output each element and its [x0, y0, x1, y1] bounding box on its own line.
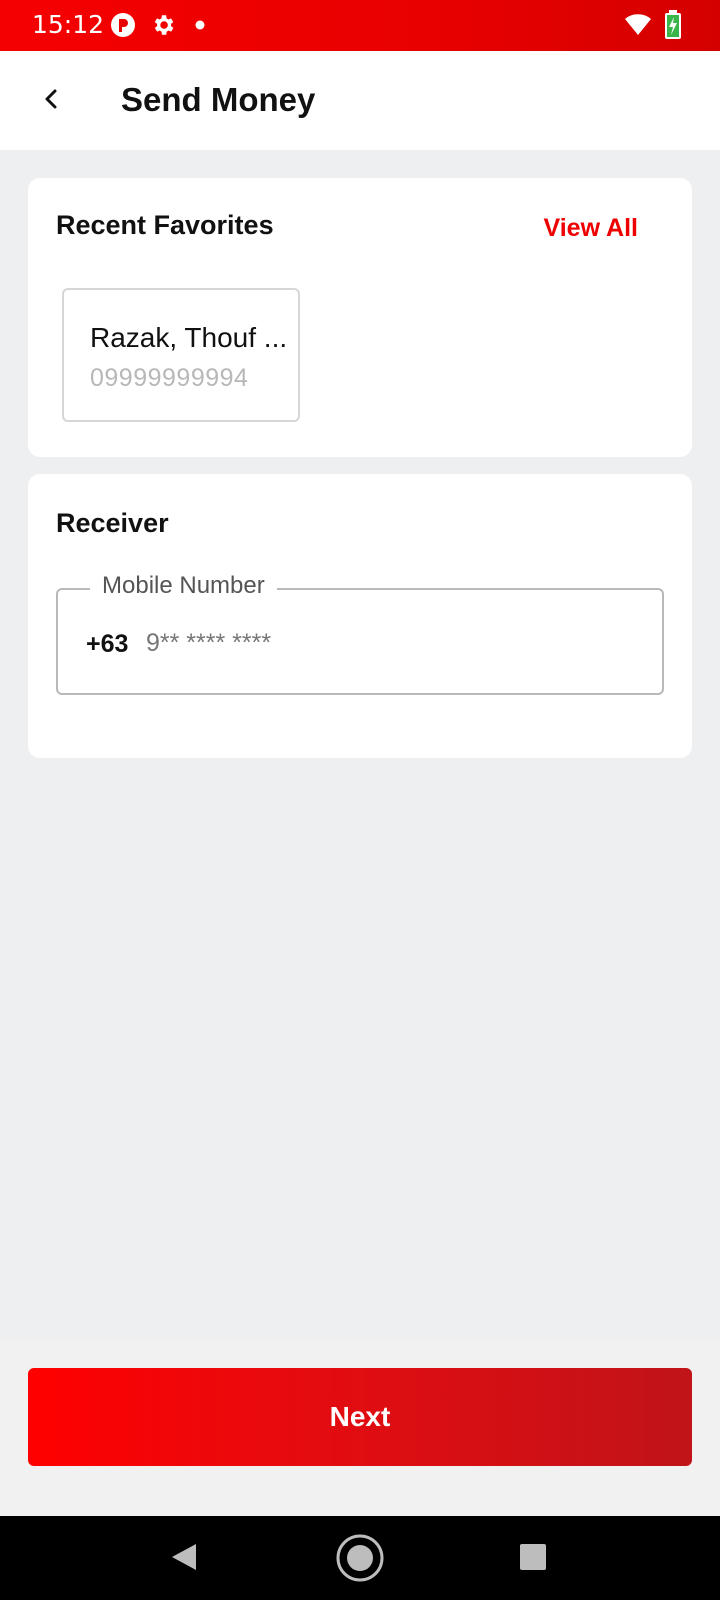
view-all-link[interactable]: View All — [544, 214, 638, 243]
mobile-number-label: Mobile Number — [90, 572, 277, 600]
next-button[interactable]: Next — [28, 1368, 692, 1466]
nav-home-icon[interactable] — [336, 1534, 384, 1587]
back-button[interactable] — [28, 77, 76, 125]
settings-gear-icon — [150, 12, 176, 38]
app-bar: Send Money — [0, 51, 720, 150]
battery-charging-icon — [664, 10, 682, 40]
mobile-number-field[interactable]: Mobile Number +63 — [56, 572, 664, 695]
recent-favorites-card: Recent Favorites View All Razak, Thouf .… — [28, 178, 692, 457]
app-notification-icon — [110, 12, 136, 38]
status-time: 15:12 — [32, 10, 105, 39]
mobile-number-input[interactable] — [146, 626, 626, 660]
page-title: Send Money — [121, 81, 316, 118]
receiver-card: Receiver Mobile Number +63 — [28, 474, 692, 758]
chevron-left-icon — [40, 87, 64, 116]
recent-favorites-heading: Recent Favorites — [56, 210, 274, 240]
favorite-name: Razak, Thouf ... — [90, 322, 288, 353]
dot-icon — [192, 12, 218, 38]
favorite-number: 09999999994 — [90, 364, 249, 392]
receiver-heading: Receiver — [56, 508, 169, 538]
wifi-icon — [624, 12, 651, 38]
country-code: +63 — [86, 630, 129, 658]
nav-recents-icon[interactable] — [520, 1544, 546, 1575]
nav-back-icon[interactable] — [170, 1542, 198, 1577]
status-bar: 15:12 — [0, 0, 720, 51]
bottom-action-area: Next — [0, 1340, 720, 1516]
favorite-tile[interactable]: Razak, Thouf ... 09999999994 — [62, 288, 300, 422]
system-nav-bar — [0, 1516, 720, 1600]
